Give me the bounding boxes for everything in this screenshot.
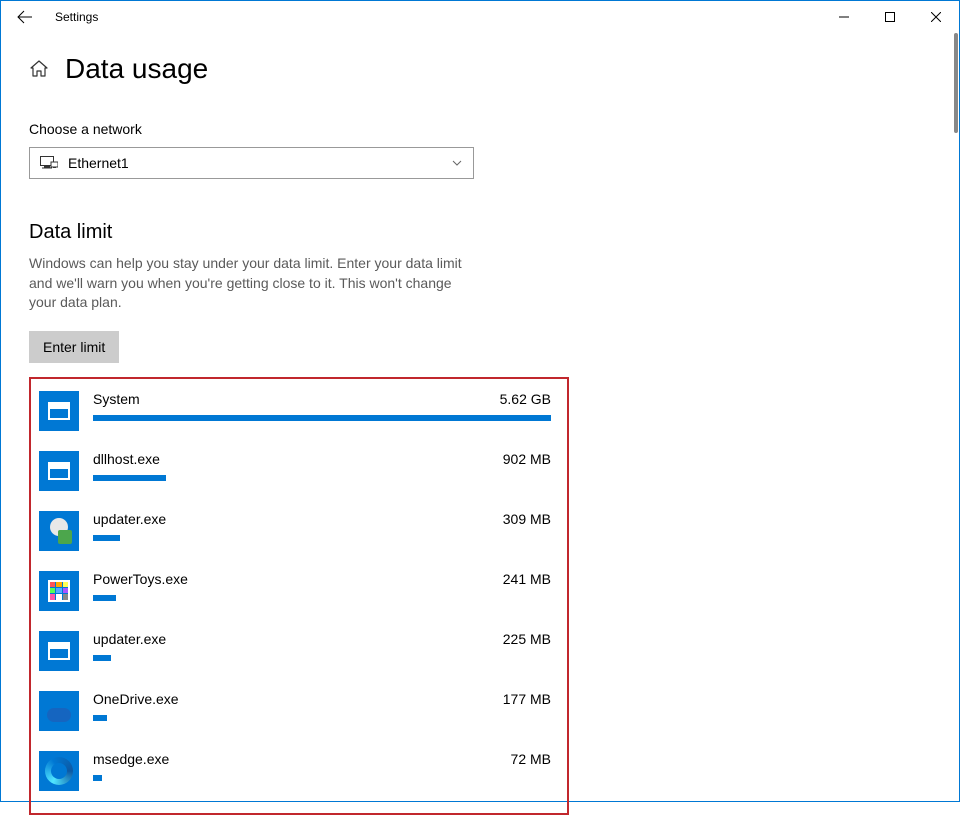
- scrollbar-thumb[interactable]: [954, 33, 958, 133]
- app-usage-row: PowerToys.exe 241 MB: [39, 571, 551, 611]
- choose-network-label: Choose a network: [29, 121, 959, 137]
- minimize-button[interactable]: [821, 1, 867, 33]
- app-name: System: [93, 391, 140, 407]
- minimize-icon: [839, 12, 849, 22]
- app-info: updater.exe 225 MB: [93, 631, 551, 661]
- app-info: OneDrive.exe 177 MB: [93, 691, 551, 721]
- back-arrow-icon: [17, 9, 33, 25]
- close-button[interactable]: [913, 1, 959, 33]
- apps-usage-list: System 5.62 GB dllhost.exe 902 MB updater.ex…: [29, 377, 569, 815]
- app-info: msedge.exe 72 MB: [93, 751, 551, 781]
- ethernet-icon: [40, 156, 58, 170]
- app-usage-row: updater.exe 225 MB: [39, 631, 551, 671]
- network-dropdown[interactable]: Ethernet1: [29, 147, 474, 179]
- app-icon: [39, 451, 79, 491]
- home-button[interactable]: [29, 59, 49, 79]
- back-button[interactable]: [1, 1, 49, 33]
- titlebar-left: Settings: [1, 1, 98, 33]
- titlebar: Settings: [1, 1, 959, 33]
- app-icon: [39, 571, 79, 611]
- app-name: PowerToys.exe: [93, 571, 188, 587]
- app-usage-row: updater.exe 309 MB: [39, 511, 551, 551]
- window-title: Settings: [55, 10, 98, 24]
- maximize-button[interactable]: [867, 1, 913, 33]
- chevron-down-icon: [451, 157, 463, 169]
- app-info: dllhost.exe 902 MB: [93, 451, 551, 481]
- app-usage-bar: [93, 655, 111, 661]
- app-usage-bar: [93, 415, 551, 421]
- app-name: dllhost.exe: [93, 451, 160, 467]
- home-icon: [29, 59, 49, 79]
- app-info: PowerToys.exe 241 MB: [93, 571, 551, 601]
- app-icon: [39, 751, 79, 791]
- app-usage-row: dllhost.exe 902 MB: [39, 451, 551, 491]
- page-title: Data usage: [65, 53, 208, 85]
- app-usage-row: msedge.exe 72 MB: [39, 751, 551, 791]
- app-name: msedge.exe: [93, 751, 169, 767]
- app-usage: 177 MB: [503, 691, 551, 707]
- main-content: Data usage Choose a network Ethernet1 Da…: [1, 33, 959, 815]
- app-usage-bar: [93, 715, 107, 721]
- app-info: System 5.62 GB: [93, 391, 551, 421]
- app-usage-bar: [93, 775, 102, 781]
- close-icon: [931, 12, 941, 22]
- app-icon: [39, 631, 79, 671]
- app-icon: [39, 511, 79, 551]
- app-icon: [39, 691, 79, 731]
- app-usage-row: OneDrive.exe 177 MB: [39, 691, 551, 731]
- page-header: Data usage: [29, 53, 959, 85]
- network-selected: Ethernet1: [40, 155, 129, 171]
- app-usage-bar: [93, 595, 116, 601]
- app-usage-bar: [93, 535, 120, 541]
- data-limit-heading: Data limit: [29, 221, 959, 244]
- app-usage-bar: [93, 475, 166, 481]
- app-usage: 241 MB: [503, 571, 551, 587]
- enter-limit-button[interactable]: Enter limit: [29, 331, 119, 363]
- app-usage: 5.62 GB: [500, 391, 551, 407]
- window-controls: [821, 1, 959, 33]
- app-usage: 72 MB: [511, 751, 551, 767]
- app-icon: [39, 391, 79, 431]
- app-name: updater.exe: [93, 631, 166, 647]
- app-usage: 309 MB: [503, 511, 551, 527]
- app-info: updater.exe 309 MB: [93, 511, 551, 541]
- app-usage-row: System 5.62 GB: [39, 391, 551, 431]
- data-limit-description: Windows can help you stay under your dat…: [29, 254, 474, 313]
- app-usage: 902 MB: [503, 451, 551, 467]
- app-usage: 225 MB: [503, 631, 551, 647]
- app-name: OneDrive.exe: [93, 691, 179, 707]
- network-selected-text: Ethernet1: [68, 155, 129, 171]
- maximize-icon: [885, 12, 895, 22]
- app-name: updater.exe: [93, 511, 166, 527]
